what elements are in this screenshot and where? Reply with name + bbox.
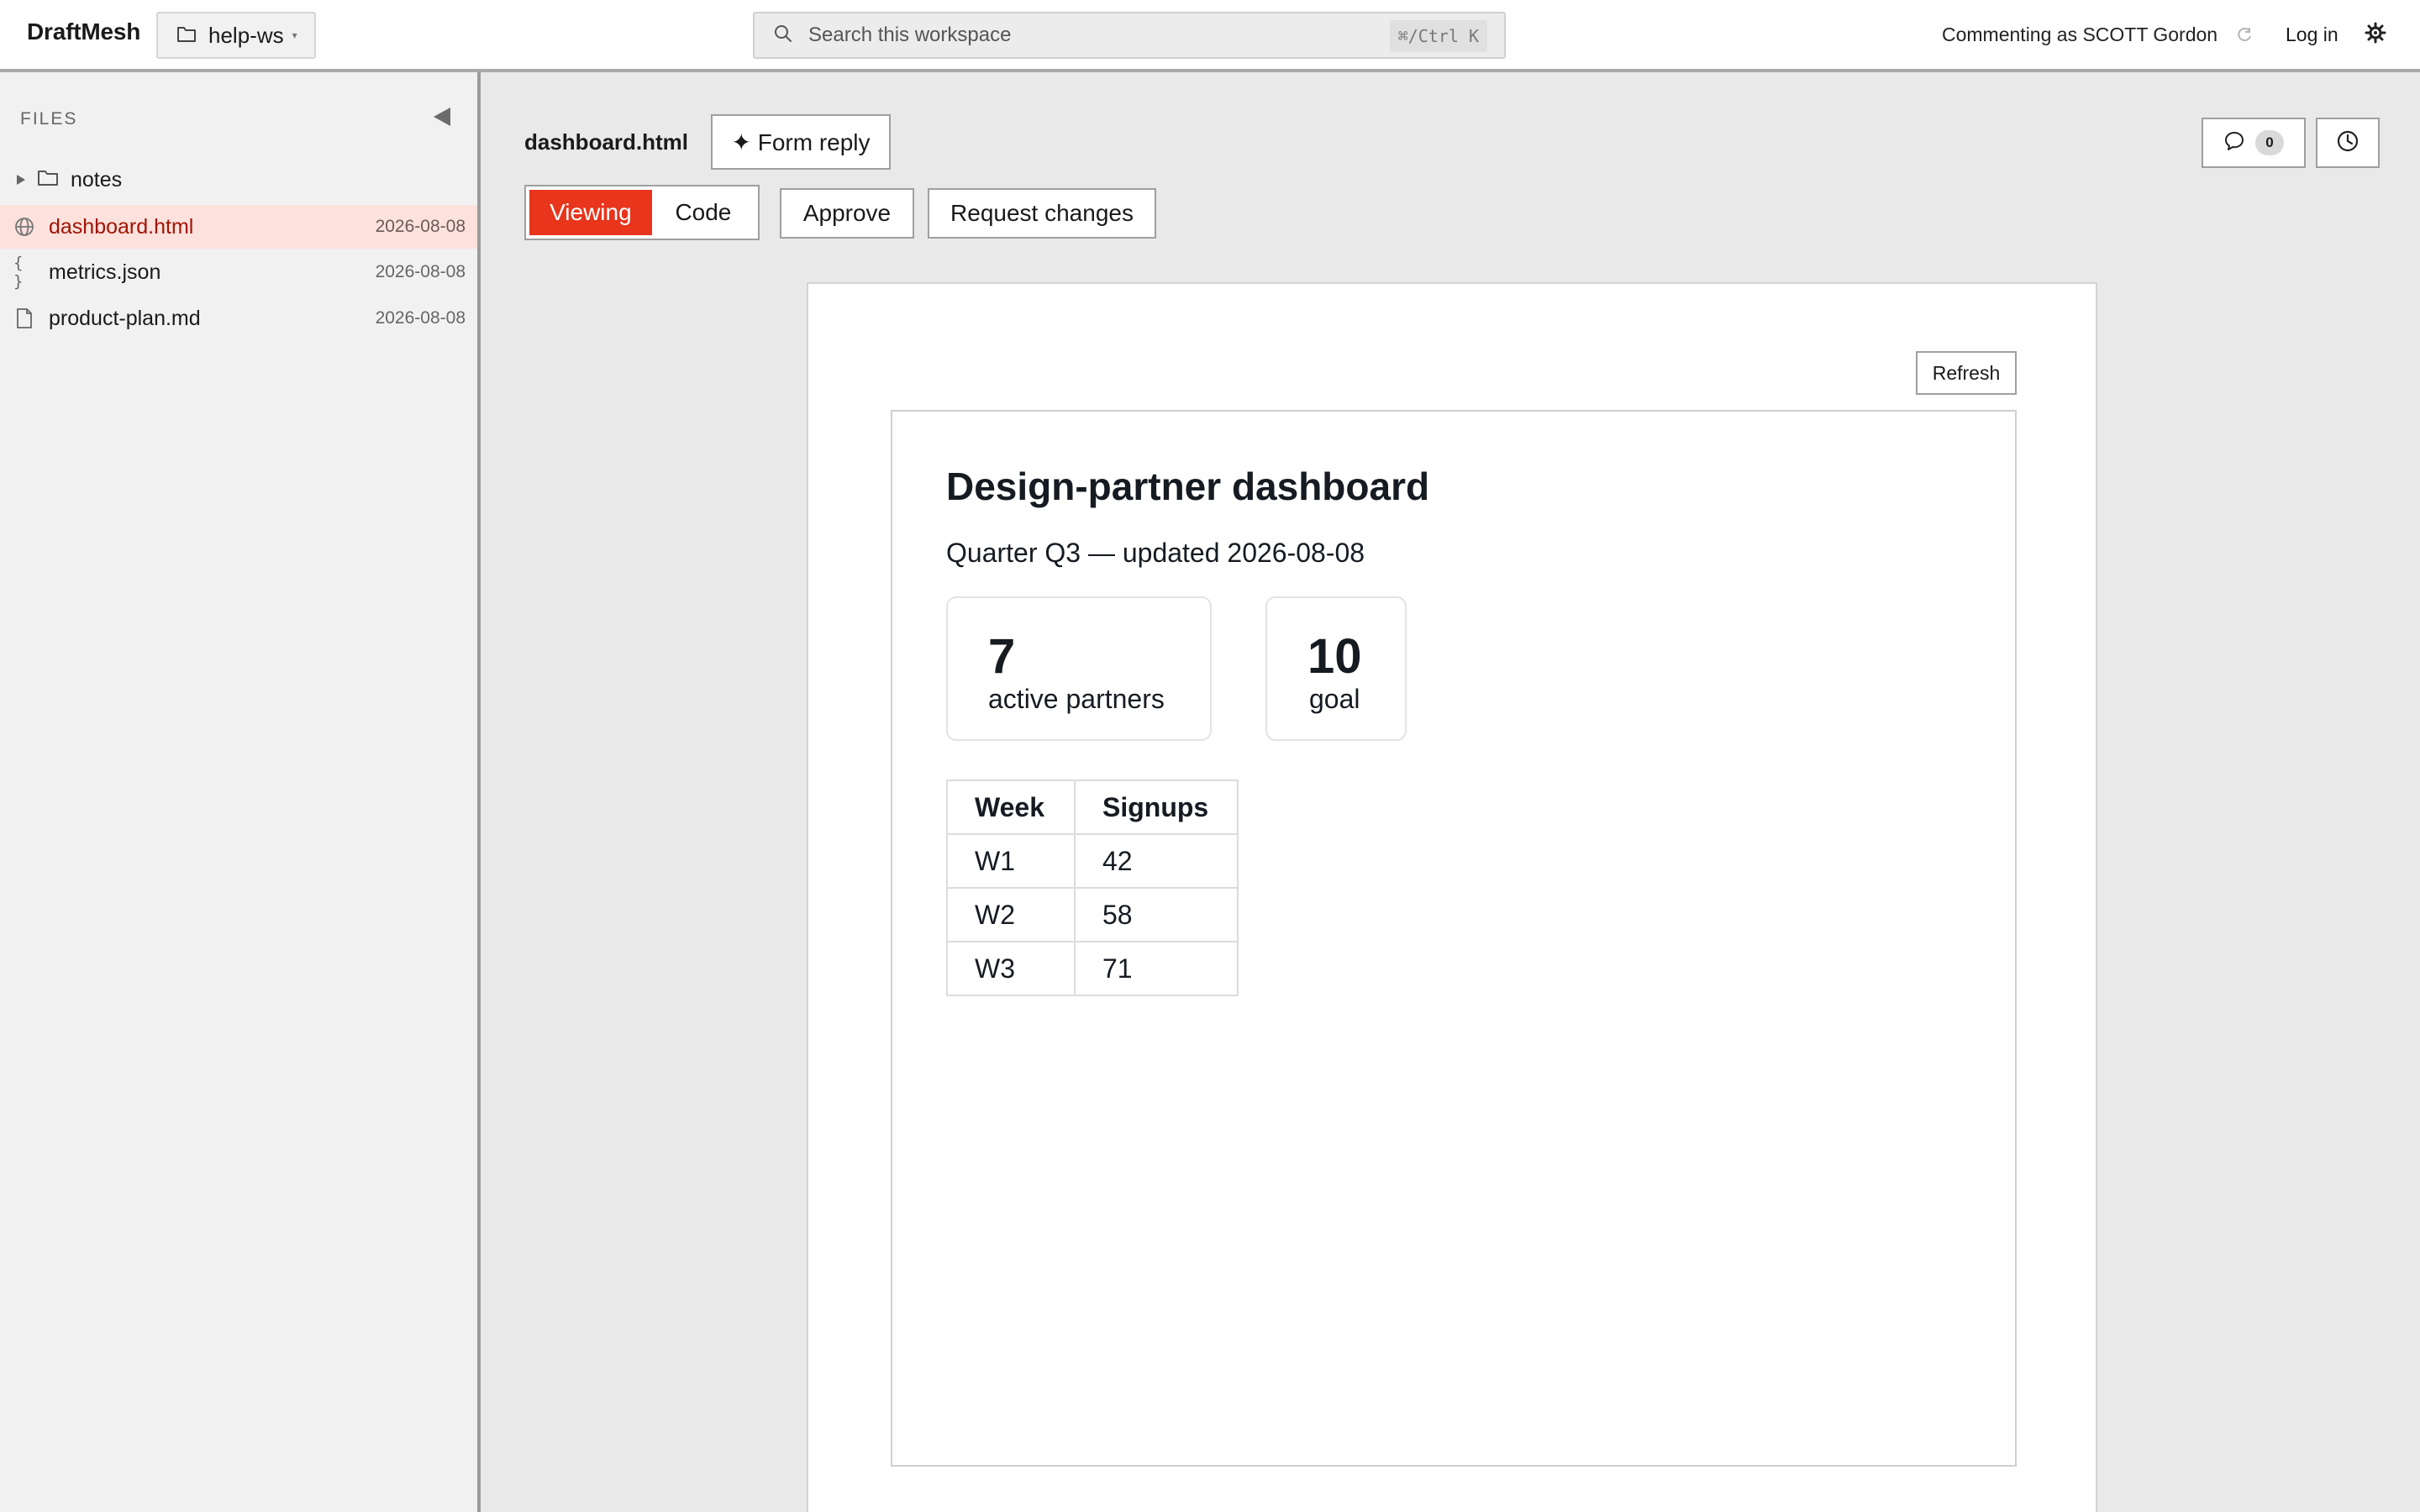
folder-icon [37,168,59,192]
json-icon: { } [13,254,24,291]
globe-icon [13,216,35,238]
table-cell: W1 [946,833,1076,889]
current-filename: dashboard.html [524,129,689,155]
stat-card-active-partners: 7 active partners [946,596,1212,741]
column-header: Week [946,780,1076,835]
rendered-html-frame: Design-partner dashboard Quarter Q3 — up… [891,410,2017,1467]
table-cell: W2 [946,887,1076,942]
file-row-dashboard[interactable]: dashboard.html 2026-08-08 [0,205,477,249]
file-name: metrics.json [49,260,161,284]
login-link[interactable]: Log in [2286,24,2338,46]
folder-row-notes[interactable]: notes [0,158,477,202]
file-icon [13,307,35,329]
file-date: 2026-08-08 [375,217,466,236]
folder-name: notes [71,167,123,192]
chevron-down-icon: ▾ [292,29,297,41]
sync-icon [2235,25,2254,48]
workspace-name: help-ws [208,22,284,48]
table-cell: W3 [946,941,1076,996]
file-date: 2026-08-08 [375,262,466,281]
signups-table: Week Signups W1 42 W2 58 W3 71 [946,780,1239,996]
file-name: product-plan.md [49,306,201,330]
gear-icon[interactable] [2365,22,2386,48]
file-date: 2026-08-08 [375,308,466,328]
search-input[interactable] [808,24,1380,47]
table-row: W3 71 [946,941,1239,996]
search-icon [773,24,793,48]
table-row: W2 58 [946,887,1239,942]
clock-icon [2336,129,2360,157]
dashboard-title: Design-partner dashboard [946,465,1430,508]
commenting-as-label: Commenting as SCOTT Gordon [1942,24,2218,45]
stat-value: 7 [988,629,1016,684]
stat-label: active partners [988,684,1165,714]
table-row: W1 42 [946,833,1239,889]
search-shortcut-hint: ⌘/Ctrl K [1389,20,1487,52]
dashboard-subtitle: Quarter Q3 — updated 2026-08-08 [946,538,1365,568]
file-preview-pane: Refresh Design-partner dashboard Quarter… [807,282,2097,1512]
expand-triangle-icon[interactable] [15,168,27,192]
file-name: dashboard.html [49,214,194,239]
collapse-sidebar-icon[interactable] [432,106,452,132]
comment-icon [2223,130,2245,156]
table-header-row: Week Signups [946,780,1239,835]
table-cell: 71 [1074,941,1239,996]
folder-icon [176,23,197,49]
workspace-picker[interactable]: help-ws ▾ [156,12,316,59]
stat-label: goal [1309,684,1360,714]
stat-value: 10 [1307,629,1362,684]
file-row-product-plan[interactable]: product-plan.md 2026-08-08 [0,297,477,340]
table-cell: 58 [1074,887,1239,942]
history-button[interactable] [2316,118,2380,168]
viewing-tab[interactable]: Viewing [529,190,652,235]
request-changes-button[interactable]: Request changes [928,188,1156,239]
search-bar[interactable]: ⌘/Ctrl K [753,12,1506,59]
file-row-metrics[interactable]: { } metrics.json 2026-08-08 [0,250,477,294]
file-sidebar: FILES notes dashboard.html 2026-08-08 { … [0,72,481,1512]
files-heading: FILES [20,109,78,129]
top-bar: DraftMesh help-ws ▾ ⌘/Ctrl K Commenting … [0,0,2420,72]
comments-button[interactable]: 0 [2202,118,2306,168]
view-mode-toggle: Viewing Code [524,185,760,240]
comment-count-badge: 0 [2255,130,2284,155]
stat-card-goal: 10 goal [1265,596,1407,741]
brand-logo: DraftMesh [27,18,141,45]
table-cell: 42 [1074,833,1239,889]
approve-button[interactable]: Approve [780,188,914,239]
form-reply-button[interactable]: ✦ Form reply [711,114,891,170]
column-header: Signups [1074,780,1239,835]
code-tab[interactable]: Code [652,190,755,235]
refresh-button[interactable]: Refresh [1916,351,2017,395]
